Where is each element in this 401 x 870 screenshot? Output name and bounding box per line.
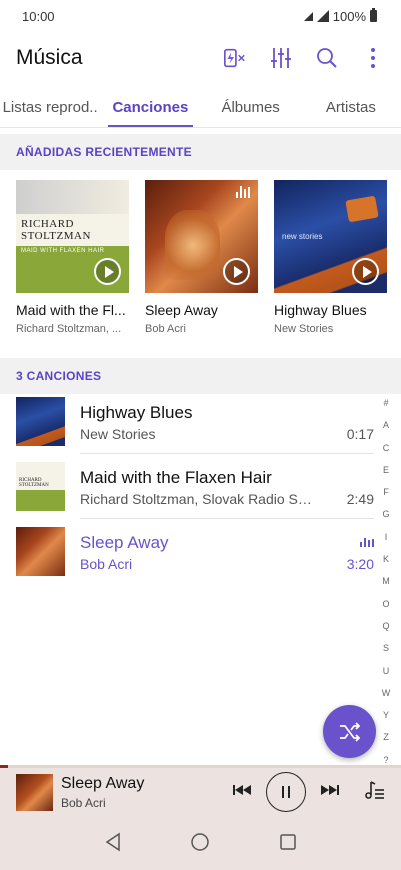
song-title: Sleep Away — [80, 533, 169, 552]
mini-player[interactable]: Sleep Away Bob Acri — [0, 765, 401, 819]
song-duration: 3:20 — [346, 556, 374, 572]
equalizer-icon[interactable] — [269, 46, 293, 70]
now-playing-icon — [236, 186, 250, 198]
queue-button[interactable] — [364, 779, 386, 806]
index-letter[interactable]: G — [382, 503, 389, 525]
pause-button[interactable] — [266, 772, 306, 812]
song-thumbnail — [16, 397, 65, 446]
index-letter[interactable]: E — [383, 459, 389, 481]
song-row[interactable]: RICHARD STOLTZMAN Maid with the Flaxen Ha… — [0, 454, 401, 519]
index-letter[interactable]: Y — [383, 704, 389, 726]
play-icon[interactable] — [352, 258, 379, 285]
index-letter[interactable]: S — [383, 637, 389, 659]
recents-icon — [280, 834, 296, 850]
index-letter[interactable]: A — [383, 414, 389, 436]
now-playing-icon — [360, 538, 374, 547]
tab-albums[interactable]: Álbumes — [201, 88, 301, 127]
signal-strength-icon — [316, 10, 329, 22]
album-art-text: new stories — [282, 232, 323, 241]
status-bar: 10:00 100% — [0, 0, 401, 32]
song-title: Maid with the Flaxen Hair — [80, 468, 272, 487]
sleep-timer-icon[interactable] — [223, 46, 247, 70]
index-letter[interactable]: K — [383, 548, 389, 570]
tab-artists[interactable]: Artistas — [301, 88, 401, 127]
album-art[interactable] — [145, 180, 258, 293]
index-letter[interactable]: F — [383, 481, 389, 503]
index-letter[interactable]: Z — [383, 726, 389, 748]
mini-player-thumbnail[interactable] — [16, 774, 53, 811]
song-row-playing[interactable]: Sleep Away Bob Acri 3:20 — [0, 519, 401, 584]
album-artist: Bob Acri — [145, 323, 186, 335]
pause-icon — [282, 786, 290, 798]
tab-playlists[interactable]: Listas reprod.. — [0, 88, 100, 127]
back-icon — [105, 832, 120, 852]
song-artist: Richard Stoltzman, Slovak Radio Symp... — [80, 491, 318, 507]
next-icon — [321, 784, 339, 795]
album-card[interactable]: new stories Highway Blues New Stories — [274, 180, 387, 335]
shuffle-button[interactable] — [323, 705, 376, 758]
alphabet-index[interactable]: # A C E F G I K M O Q S U W Y Z? — [379, 392, 393, 771]
index-letter[interactable]: I — [385, 526, 388, 548]
album-artist: New Stories — [274, 323, 334, 335]
status-icons: 100% — [303, 8, 377, 24]
playback-progress[interactable] — [0, 765, 401, 768]
song-artist: Bob Acri — [80, 556, 133, 572]
index-letter[interactable]: # — [383, 392, 388, 414]
more-options-icon[interactable] — [361, 46, 385, 70]
header-actions — [223, 46, 385, 70]
page-title: Música — [16, 46, 83, 69]
previous-icon — [233, 784, 251, 795]
song-thumbnail: RICHARD STOLTZMAN — [16, 462, 65, 511]
queue-icon — [365, 780, 384, 799]
song-duration: 0:17 — [346, 426, 374, 442]
playback-controls — [232, 772, 386, 812]
song-duration: 2:49 — [346, 491, 374, 507]
album-title: Maid with the Fl... — [16, 302, 126, 318]
signal-icon — [303, 11, 313, 21]
shuffle-icon — [339, 721, 360, 742]
index-letter[interactable]: O — [382, 593, 389, 615]
status-time: 10:00 — [22, 8, 55, 24]
recents-button[interactable] — [279, 833, 297, 856]
app-header: Música — [0, 34, 401, 82]
album-art-text: RICHARD STOLTZMAN — [21, 218, 91, 242]
album-art[interactable]: new stories — [274, 180, 387, 293]
album-title: Sleep Away — [145, 302, 218, 318]
recently-added-heading: AÑADIDAS RECIENTEMENTE — [0, 134, 401, 170]
tab-songs[interactable]: Canciones — [100, 88, 200, 127]
playback-progress-fill — [0, 765, 9, 768]
next-button[interactable] — [320, 783, 340, 802]
album-title: Highway Blues — [274, 302, 367, 318]
play-icon[interactable] — [223, 258, 250, 285]
battery-percent: 100% — [332, 8, 366, 24]
index-letter[interactable]: C — [383, 437, 390, 459]
play-icon[interactable] — [94, 258, 121, 285]
previous-button[interactable] — [232, 783, 252, 802]
song-artist: New Stories — [80, 426, 156, 442]
song-row[interactable]: Highway Blues New Stories 0:17 — [0, 389, 401, 454]
index-letter[interactable]: W — [382, 682, 391, 704]
recent-albums: RICHARD STOLTZMAN MAID WITH FLAXEN HAIR … — [16, 180, 387, 335]
index-letter[interactable]: U — [383, 660, 390, 682]
album-art[interactable]: RICHARD STOLTZMAN MAID WITH FLAXEN HAIR — [16, 180, 129, 293]
song-list: Highway Blues New Stories 0:17 RICHARD ST… — [0, 389, 401, 584]
tab-bar: Listas reprod.. Canciones Álbumes Artist… — [0, 88, 401, 128]
album-art-subtext: MAID WITH FLAXEN HAIR — [21, 248, 105, 254]
album-card[interactable]: Sleep Away Bob Acri — [145, 180, 258, 335]
back-button[interactable] — [104, 832, 122, 857]
song-title: Highway Blues — [80, 403, 193, 422]
mini-player-title[interactable]: Sleep Away — [61, 775, 144, 793]
album-card[interactable]: RICHARD STOLTZMAN MAID WITH FLAXEN HAIR … — [16, 180, 129, 335]
home-button[interactable] — [190, 832, 210, 857]
home-icon — [191, 833, 210, 851]
album-artist: Richard Stoltzman, ... — [16, 323, 122, 335]
song-thumbnail — [16, 527, 65, 576]
index-letter[interactable]: Q — [382, 615, 389, 637]
mini-player-artist[interactable]: Bob Acri — [61, 796, 106, 810]
search-icon[interactable] — [315, 46, 339, 70]
index-letter[interactable]: M — [382, 570, 390, 592]
system-nav-bar — [0, 819, 401, 870]
battery-icon — [370, 8, 377, 22]
